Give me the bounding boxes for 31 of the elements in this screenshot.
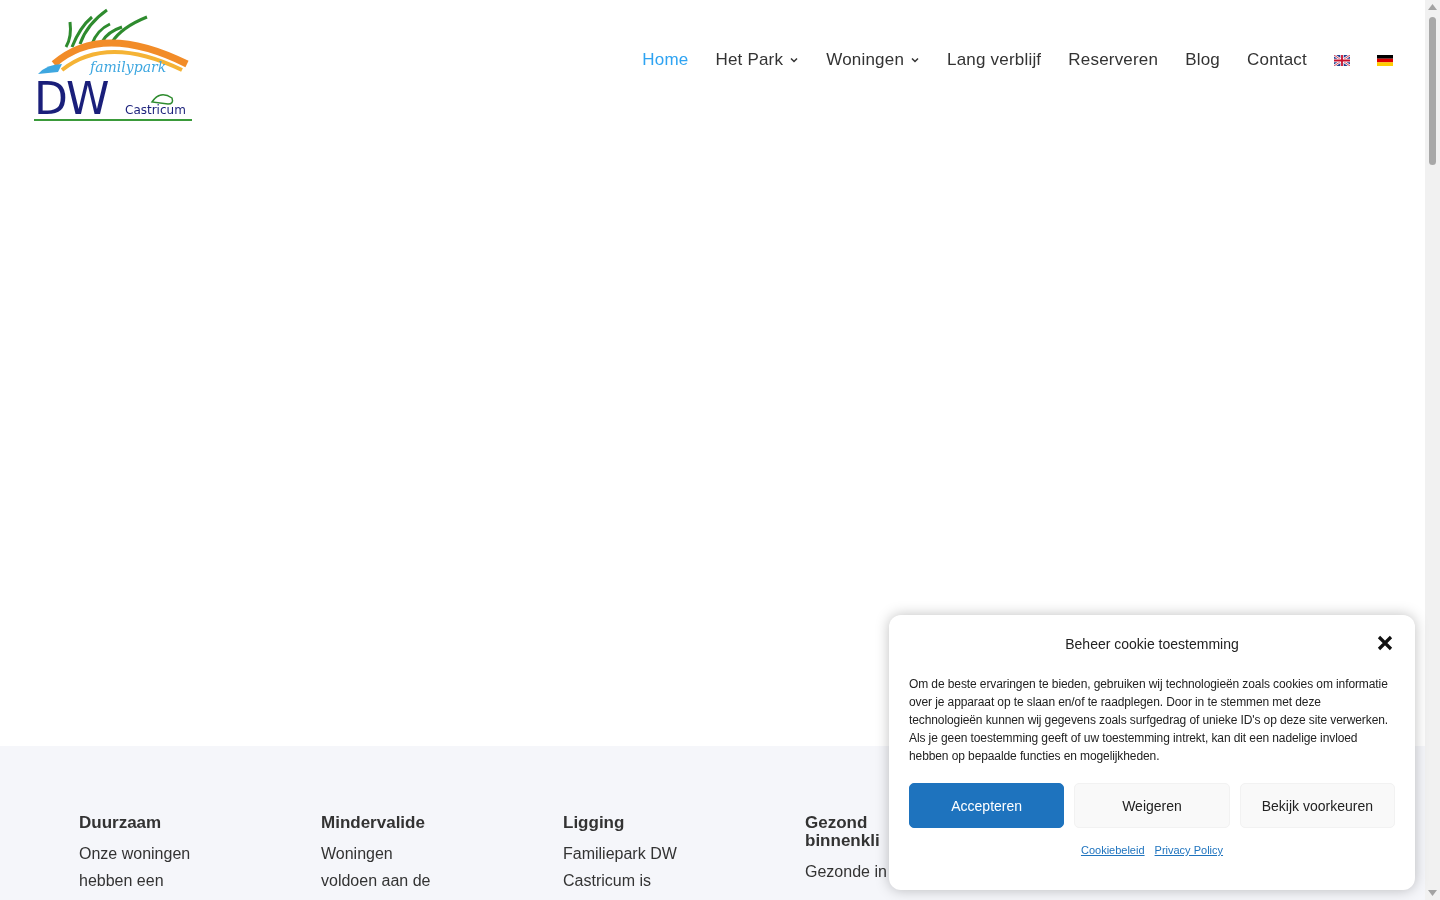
chevron-down-icon [910,55,921,65]
flag-icon[interactable] [1377,54,1393,66]
park-logo[interactable]: familypark DW Castricum [32,2,194,124]
feature-text: Woningen voldoen aan de [321,844,432,891]
nav-link[interactable]: Reserveren [1068,50,1159,70]
consent-button[interactable]: Bekijk voorkeuren [1239,783,1395,828]
feature-title: Duurzaam [79,814,163,832]
dialog-title: Beheer cookie toestemming [1065,636,1239,652]
feature-text: Gezonde in [805,862,888,882]
feature-title: Gezond binnenkli [805,814,881,850]
scroll-down-icon[interactable] [1428,890,1437,896]
nav-link[interactable]: Het Park [715,50,800,70]
policy-link[interactable]: Privacy Policy [1154,844,1224,856]
nav-link[interactable]: Contact [1247,50,1307,70]
feature-title: Mindervalide [321,814,426,832]
feature-title: Ligging [563,814,626,832]
flag-icon[interactable] [1334,54,1350,66]
consent-button[interactable]: Weigeren [1074,783,1230,828]
nav-link[interactable]: Blog [1185,50,1220,70]
nav-link[interactable]: Woningen [826,50,921,70]
scrollbar[interactable] [1425,0,1440,900]
close-icon[interactable] [1377,635,1393,651]
feature-text: Familiepark DW Castricum is [563,844,678,891]
scrollbar-thumb[interactable] [1429,17,1436,165]
accept-button[interactable]: Accepteren [909,783,1065,828]
scroll-up-icon[interactable] [1428,4,1437,10]
consent-text: Om de beste ervaringen te bieden, gebruiken wij technologieën zoals cookies om informatie over je apparaat op te slaan en/of te raadplegen. Door in te stemmen met deze technologieën kunnen wij gegevens zoals surfgedrag of unieke ID's op deze site verwerken. Als je geen toestemming geeft of uw toestemming intrekt, kan dit een nadelige invloed hebben op bepaalde functies en mogelijkheden. [909,676,1390,765]
nav-link[interactable]: Lang verblijf [947,50,1042,70]
policy-link[interactable]: Cookiebeleid [1080,844,1145,856]
feature-text: Onze woningen hebben een [79,844,192,891]
chevron-down-icon [789,55,800,65]
